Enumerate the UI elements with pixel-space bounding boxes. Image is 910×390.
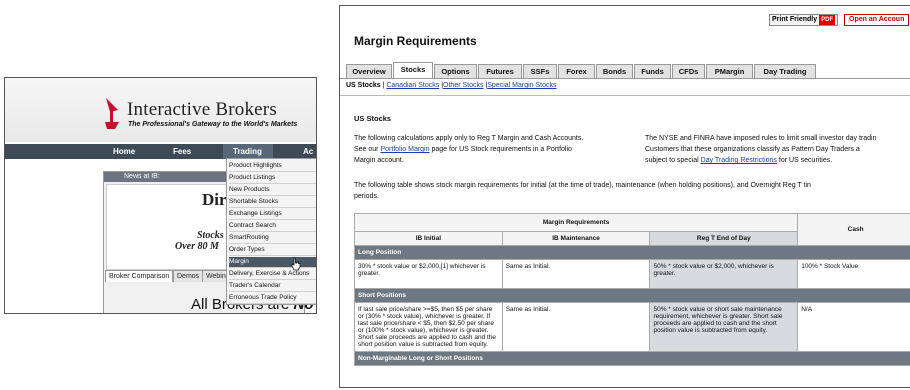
- cell-short-cash: N/A: [797, 302, 910, 352]
- tab-cfds[interactable]: CFDs: [672, 64, 705, 78]
- tab-pmargin[interactable]: PMargin: [706, 64, 753, 78]
- cell-short-regt: 50% * stock value or short sale maintena…: [649, 302, 799, 352]
- intro-line-1: The following calculations apply only to…: [354, 135, 584, 142]
- table-intro-line-1: The following table shows stock margin r…: [354, 182, 811, 189]
- margin-requirements-table: Margin Requirements Cash IB Initial IB M…: [353, 213, 910, 366]
- print-friendly-button[interactable]: Print Friendly PDF: [769, 14, 839, 26]
- subnav-special-margin-stocks[interactable]: Special Margin Stocks: [487, 82, 556, 89]
- section-non-marginable: Non-Marginable Long or Short Positions: [354, 351, 910, 366]
- menu-item-shortable-stocks[interactable]: Shortable Stocks: [229, 197, 316, 208]
- table-row: If last sale price/share >=$5, then $5 p…: [354, 302, 910, 352]
- open-account-button[interactable]: Open an Accoun: [844, 14, 910, 26]
- intro-paragraph: The following calculations apply only to…: [354, 133, 644, 166]
- table-row: 30% * stock value or $2,000,[1] whicheve…: [354, 259, 910, 289]
- menu-item-traders-calendar[interactable]: Trader's Calendar: [229, 281, 316, 292]
- menu-item-product-listings[interactable]: Product Listings: [229, 173, 316, 184]
- tab-divider: [340, 78, 910, 79]
- nav-account[interactable]: Ac: [303, 144, 313, 159]
- hand-cursor-icon: [291, 257, 301, 271]
- cell-long-cash: 100% * Stock Value: [797, 259, 910, 289]
- tab-forex[interactable]: Forex: [558, 64, 595, 78]
- tab-broker-comparison[interactable]: Broker Comparison: [105, 270, 174, 282]
- ib-logo-icon[interactable]: [103, 96, 123, 130]
- tab-ssfs[interactable]: SSFs: [523, 64, 557, 78]
- margin-requirements-page: Print Friendly PDF Open an Accoun Margin …: [339, 5, 910, 388]
- cell-long-maintenance: Same as Initial.: [501, 259, 651, 289]
- pdt-text: subject to special: [645, 157, 699, 164]
- menu-item-contract-search[interactable]: Contract Search: [229, 221, 316, 232]
- table-intro-line-2: periods.: [354, 193, 379, 200]
- section-row: Long Position: [354, 245, 910, 260]
- margin-requirements-header: Margin Requirements: [353, 213, 799, 232]
- nav-trading[interactable]: Trading: [233, 144, 262, 159]
- col-ib-maintenance: IB Maintenance: [501, 231, 651, 246]
- tab-bonds[interactable]: Bonds: [596, 64, 633, 78]
- section-heading: US Stocks: [354, 114, 392, 123]
- stocks-subnav: US Stocks | Canadian Stocks |Other Stock…: [346, 82, 557, 89]
- brand-tagline: The Professional's Gateway to the World'…: [128, 121, 298, 128]
- col-cash: Cash: [797, 213, 910, 246]
- intro-text: See our: [354, 146, 379, 153]
- cell-short-maintenance: Same as Initial.: [501, 302, 651, 352]
- menu-item-order-types[interactable]: Order Types: [229, 245, 316, 256]
- cell-short-initial: If last sale price/share >=$5, then $5 p…: [354, 302, 503, 352]
- menu-item-exchange-listings[interactable]: Exchange Listings: [229, 209, 316, 220]
- tab-futures[interactable]: Futures: [478, 64, 522, 78]
- pdt-line-1: The NYSE and FINRA have imposed rules to…: [645, 135, 877, 142]
- subnav-other-stocks[interactable]: Other Stocks: [443, 82, 483, 89]
- tab-overview[interactable]: Overview: [346, 64, 392, 78]
- ib-homepage-panel: Interactive Brokers The Professional's G…: [4, 77, 317, 314]
- menu-item-product-highlights[interactable]: Product Highlights: [229, 161, 316, 172]
- cell-long-initial: 30% * stock value or $2,000,[1] whicheve…: [354, 259, 503, 289]
- subnav-canadian-stocks[interactable]: Canadian Stocks: [386, 82, 439, 89]
- menu-item-smartrouting[interactable]: SmartRouting: [229, 233, 316, 244]
- col-ib-initial: IB Initial: [354, 231, 503, 246]
- day-trading-restrictions-link[interactable]: Day Trading Restrictions: [701, 157, 777, 164]
- pdt-line-3: subject to special Day Trading Restricti…: [645, 155, 910, 166]
- page-title: Margin Requirements: [354, 34, 477, 48]
- menu-item-new-products[interactable]: New Products: [229, 185, 316, 196]
- section-long-position: Long Position: [354, 245, 910, 260]
- brand-name[interactable]: Interactive Brokers: [127, 99, 277, 121]
- pdt-paragraph: The NYSE and FINRA have imposed rules to…: [645, 133, 910, 166]
- table-intro: The following table shows stock margin r…: [354, 180, 910, 202]
- pdt-text-2: for US securities.: [778, 157, 833, 164]
- section-row: Short Positions: [354, 288, 910, 303]
- tab-options[interactable]: Options: [434, 64, 477, 78]
- pdt-line-2: Customers that these organizations class…: [645, 146, 860, 153]
- promo-headline: Dir: [202, 190, 227, 209]
- tab-stocks[interactable]: Stocks: [393, 62, 433, 79]
- tab-funds[interactable]: Funds: [634, 64, 671, 78]
- trading-dropdown-menu: Product Highlights Product Listings New …: [226, 158, 316, 305]
- tab-demos[interactable]: Demos: [173, 270, 204, 282]
- intro-line-3: Margin account.: [354, 157, 404, 164]
- menu-item-erroneous-trade-policy[interactable]: Erroneous Trade Policy: [229, 293, 316, 304]
- cell-long-regt: 50% * stock value or $2,000, whichever i…: [649, 259, 799, 289]
- col-reg-t-end-of-day: Reg T End of Day: [649, 231, 799, 246]
- promo-line-1: Stocks: [197, 230, 224, 241]
- section-short-positions: Short Positions: [354, 288, 910, 303]
- portfolio-margin-link[interactable]: Portfolio Margin: [380, 146, 429, 153]
- table-group-header-row: Margin Requirements Cash: [353, 213, 910, 246]
- section-row: Non-Marginable Long or Short Positions: [354, 351, 910, 366]
- intro-line-2: See our Portfolio Margin page for US Sto…: [354, 144, 644, 155]
- print-friendly-label: Print Friendly: [772, 16, 818, 23]
- nav-home[interactable]: Home: [113, 144, 135, 159]
- news-label: News at IB:: [124, 173, 160, 180]
- subnav-divider: [340, 95, 910, 96]
- pdf-icon: PDF: [819, 15, 836, 25]
- intro-text-2: page for US Stock requirements in a Port…: [431, 146, 572, 153]
- menu-item-margin[interactable]: Margin: [229, 257, 316, 268]
- tab-day-trading[interactable]: Day Trading: [754, 64, 816, 78]
- promo-line-2: Over 80 M: [175, 241, 219, 252]
- menu-item-delivery-exercise[interactable]: Delivery, Exercise & Actions: [229, 269, 316, 280]
- nav-fees[interactable]: Fees: [173, 144, 191, 159]
- subnav-us-stocks[interactable]: US Stocks: [346, 82, 381, 89]
